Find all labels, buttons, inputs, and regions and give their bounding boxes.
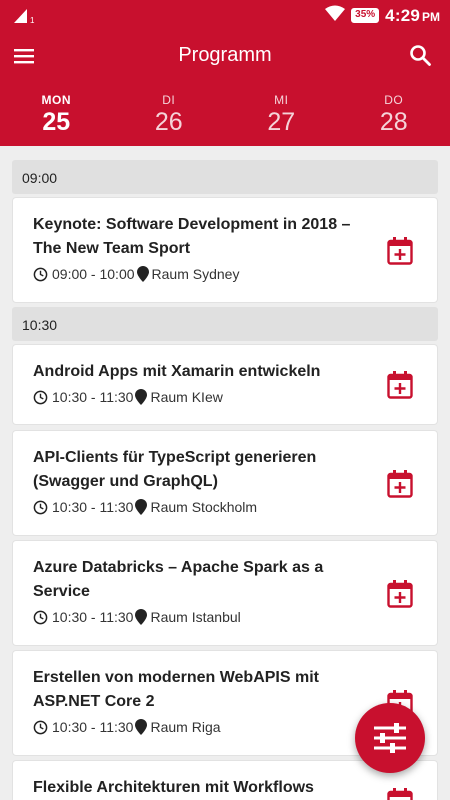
add-to-calendar-icon[interactable] <box>387 237 413 265</box>
session-title: Flexible Architekturen mit Workflows <box>33 779 314 796</box>
clock-icon <box>33 500 48 514</box>
session-meta: 10:30 - 11:30 Raum Istanbul <box>33 609 241 625</box>
day-name: DI <box>162 93 176 107</box>
wifi-icon <box>325 5 346 26</box>
session-title: Android Apps mit Xamarin entwickeln <box>33 363 321 380</box>
add-to-calendar-icon[interactable] <box>387 788 413 800</box>
clock-icon <box>33 720 48 734</box>
location-pin-icon <box>135 719 148 735</box>
session-card[interactable]: Android Apps mit Xamarin entwickeln 10:3… <box>12 344 438 425</box>
session-title: Erstellen von modernen WebAPIS mit ASP.N… <box>33 669 319 710</box>
day-date: 28 <box>379 108 408 136</box>
tab-day-di[interactable]: DI 26 <box>113 80 226 146</box>
day-date: 25 <box>42 108 71 136</box>
day-date: 27 <box>267 108 296 136</box>
day-tabs: MON 25 DI 26 MI 27 DO 28 <box>0 80 450 146</box>
session-time: 09:00 - 10:00 <box>52 266 135 282</box>
day-name: MON <box>41 93 71 107</box>
session-time: 10:30 - 11:30 <box>52 499 134 515</box>
status-bar: 1 35% 4:29 PM <box>0 0 450 32</box>
session-time: 10:30 - 11:30 <box>52 719 134 735</box>
tab-day-mon[interactable]: MON 25 <box>0 80 113 146</box>
session-time: 10:30 - 11:30 <box>52 609 134 625</box>
clock-time: 4:29 <box>385 5 420 25</box>
session-card[interactable]: Keynote: Software Development in 2018 – … <box>12 197 438 303</box>
clock-ampm: PM <box>422 10 440 24</box>
location-pin-icon <box>135 499 148 515</box>
session-card[interactable]: API-Clients für TypeScript generieren (S… <box>12 430 438 536</box>
session-meta: 10:30 - 11:30 Raum Stockholm <box>33 499 257 515</box>
clock-icon <box>33 610 48 624</box>
add-to-calendar-icon[interactable] <box>387 371 413 399</box>
session-title: Keynote: Software Development in 2018 – … <box>33 216 351 257</box>
day-name: MI <box>274 93 289 107</box>
session-room: Raum Stockholm <box>150 499 258 515</box>
add-to-calendar-icon[interactable] <box>387 470 413 498</box>
page-title: Programm <box>178 44 272 66</box>
tab-day-mi[interactable]: MI 27 <box>225 80 338 146</box>
session-title: Azure Databricks – Apache Spark as a Ser… <box>33 559 324 600</box>
location-pin-icon <box>135 609 148 625</box>
battery-indicator: 35% <box>351 8 380 23</box>
network-indicator: 1 <box>30 16 35 25</box>
location-pin-icon <box>136 266 149 282</box>
session-meta: 10:30 - 11:30 Raum Riga <box>33 719 221 735</box>
session-room: Raum KIew <box>150 389 223 405</box>
add-to-calendar-icon[interactable] <box>387 580 413 608</box>
session-meta: 10:30 - 11:30 Raum KIew <box>33 389 223 405</box>
session-time: 10:30 - 11:30 <box>52 389 134 405</box>
session-meta: 09:00 - 10:00 Raum Sydney <box>33 266 239 282</box>
session-title: API-Clients für TypeScript generieren (S… <box>33 449 317 490</box>
location-pin-icon <box>135 389 148 405</box>
tab-day-do[interactable]: DO 28 <box>338 80 450 146</box>
filter-sliders-icon <box>374 723 406 753</box>
day-date: 26 <box>154 108 183 136</box>
signal-icon <box>14 9 30 28</box>
search-icon[interactable] <box>408 43 432 67</box>
session-list[interactable]: 09:00 Keynote: Software Development in 2… <box>0 146 450 800</box>
session-card[interactable]: Azure Databricks – Apache Spark as a Ser… <box>12 540 438 646</box>
clock-icon <box>33 390 48 404</box>
session-room: Raum Riga <box>150 719 221 735</box>
day-name: DO <box>384 93 404 107</box>
clock-icon <box>33 267 48 281</box>
session-room: Raum Istanbul <box>150 609 241 625</box>
time-slot-header: 09:00 <box>12 160 438 194</box>
app-bar: Programm <box>0 32 450 80</box>
time-slot-header: 10:30 <box>12 307 438 341</box>
filter-fab-button[interactable] <box>355 703 425 773</box>
session-room: Raum Sydney <box>151 266 240 282</box>
